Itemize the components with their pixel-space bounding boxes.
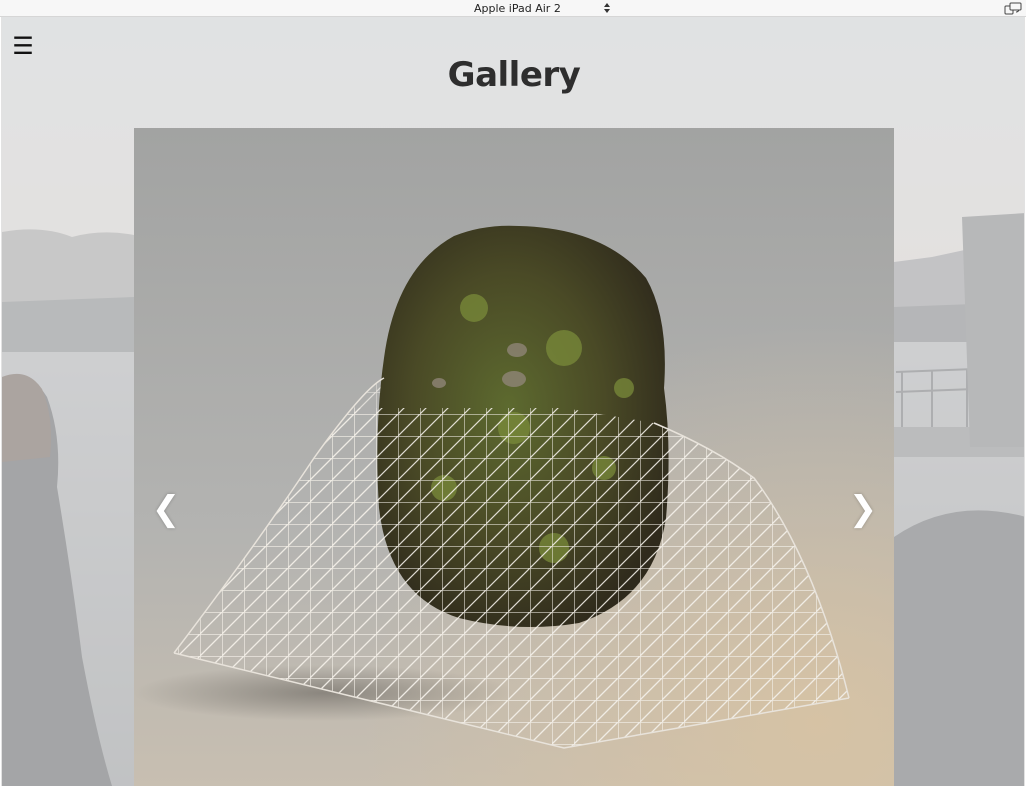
device-select-label: Apple iPad Air 2 xyxy=(474,2,561,15)
device-toolbar: Apple iPad Air 2 xyxy=(0,0,1026,17)
page-title: Gallery xyxy=(447,55,581,95)
rotate-device-icon[interactable] xyxy=(1004,2,1022,15)
device-viewport: ☰ Gallery ❮ ❯ xyxy=(1,17,1025,786)
chevron-right-icon[interactable]: ❯ xyxy=(848,484,878,534)
chevron-left-icon[interactable]: ❮ xyxy=(151,484,181,534)
select-arrows-icon xyxy=(604,3,610,13)
gallery-slideshow: ❮ ❯ xyxy=(134,128,894,786)
gallery-slide-image xyxy=(134,128,894,786)
device-select[interactable]: Apple iPad Air 2 xyxy=(466,1,614,16)
